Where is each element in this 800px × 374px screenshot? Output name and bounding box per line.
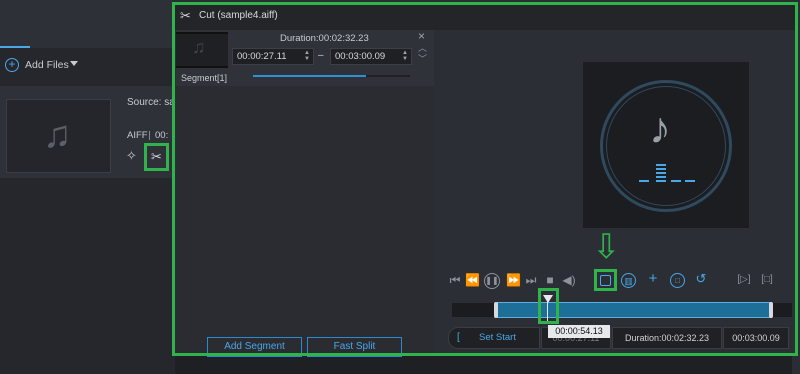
add-circle-icon: + xyxy=(5,58,19,72)
chevron-down-icon[interactable] xyxy=(70,61,78,66)
cut-button[interactable]: ✂ xyxy=(144,143,169,171)
add-files-button[interactable]: + Add Files xyxy=(5,58,85,74)
scissors-icon: ✂ xyxy=(151,149,162,164)
dialog-highlight-frame xyxy=(172,2,798,356)
app-tab-bar xyxy=(0,0,172,48)
magic-wand-icon[interactable]: ✧ xyxy=(126,148,137,164)
separator xyxy=(149,131,150,140)
file-thumbnail: ♫ xyxy=(6,99,111,173)
time-fragment: 00: xyxy=(155,130,169,141)
source-label: Source: sar xyxy=(127,97,179,108)
music-note-icon: ♫ xyxy=(43,114,72,156)
add-files-label: Add Files xyxy=(25,59,69,71)
format-label: AIFF xyxy=(127,130,148,141)
